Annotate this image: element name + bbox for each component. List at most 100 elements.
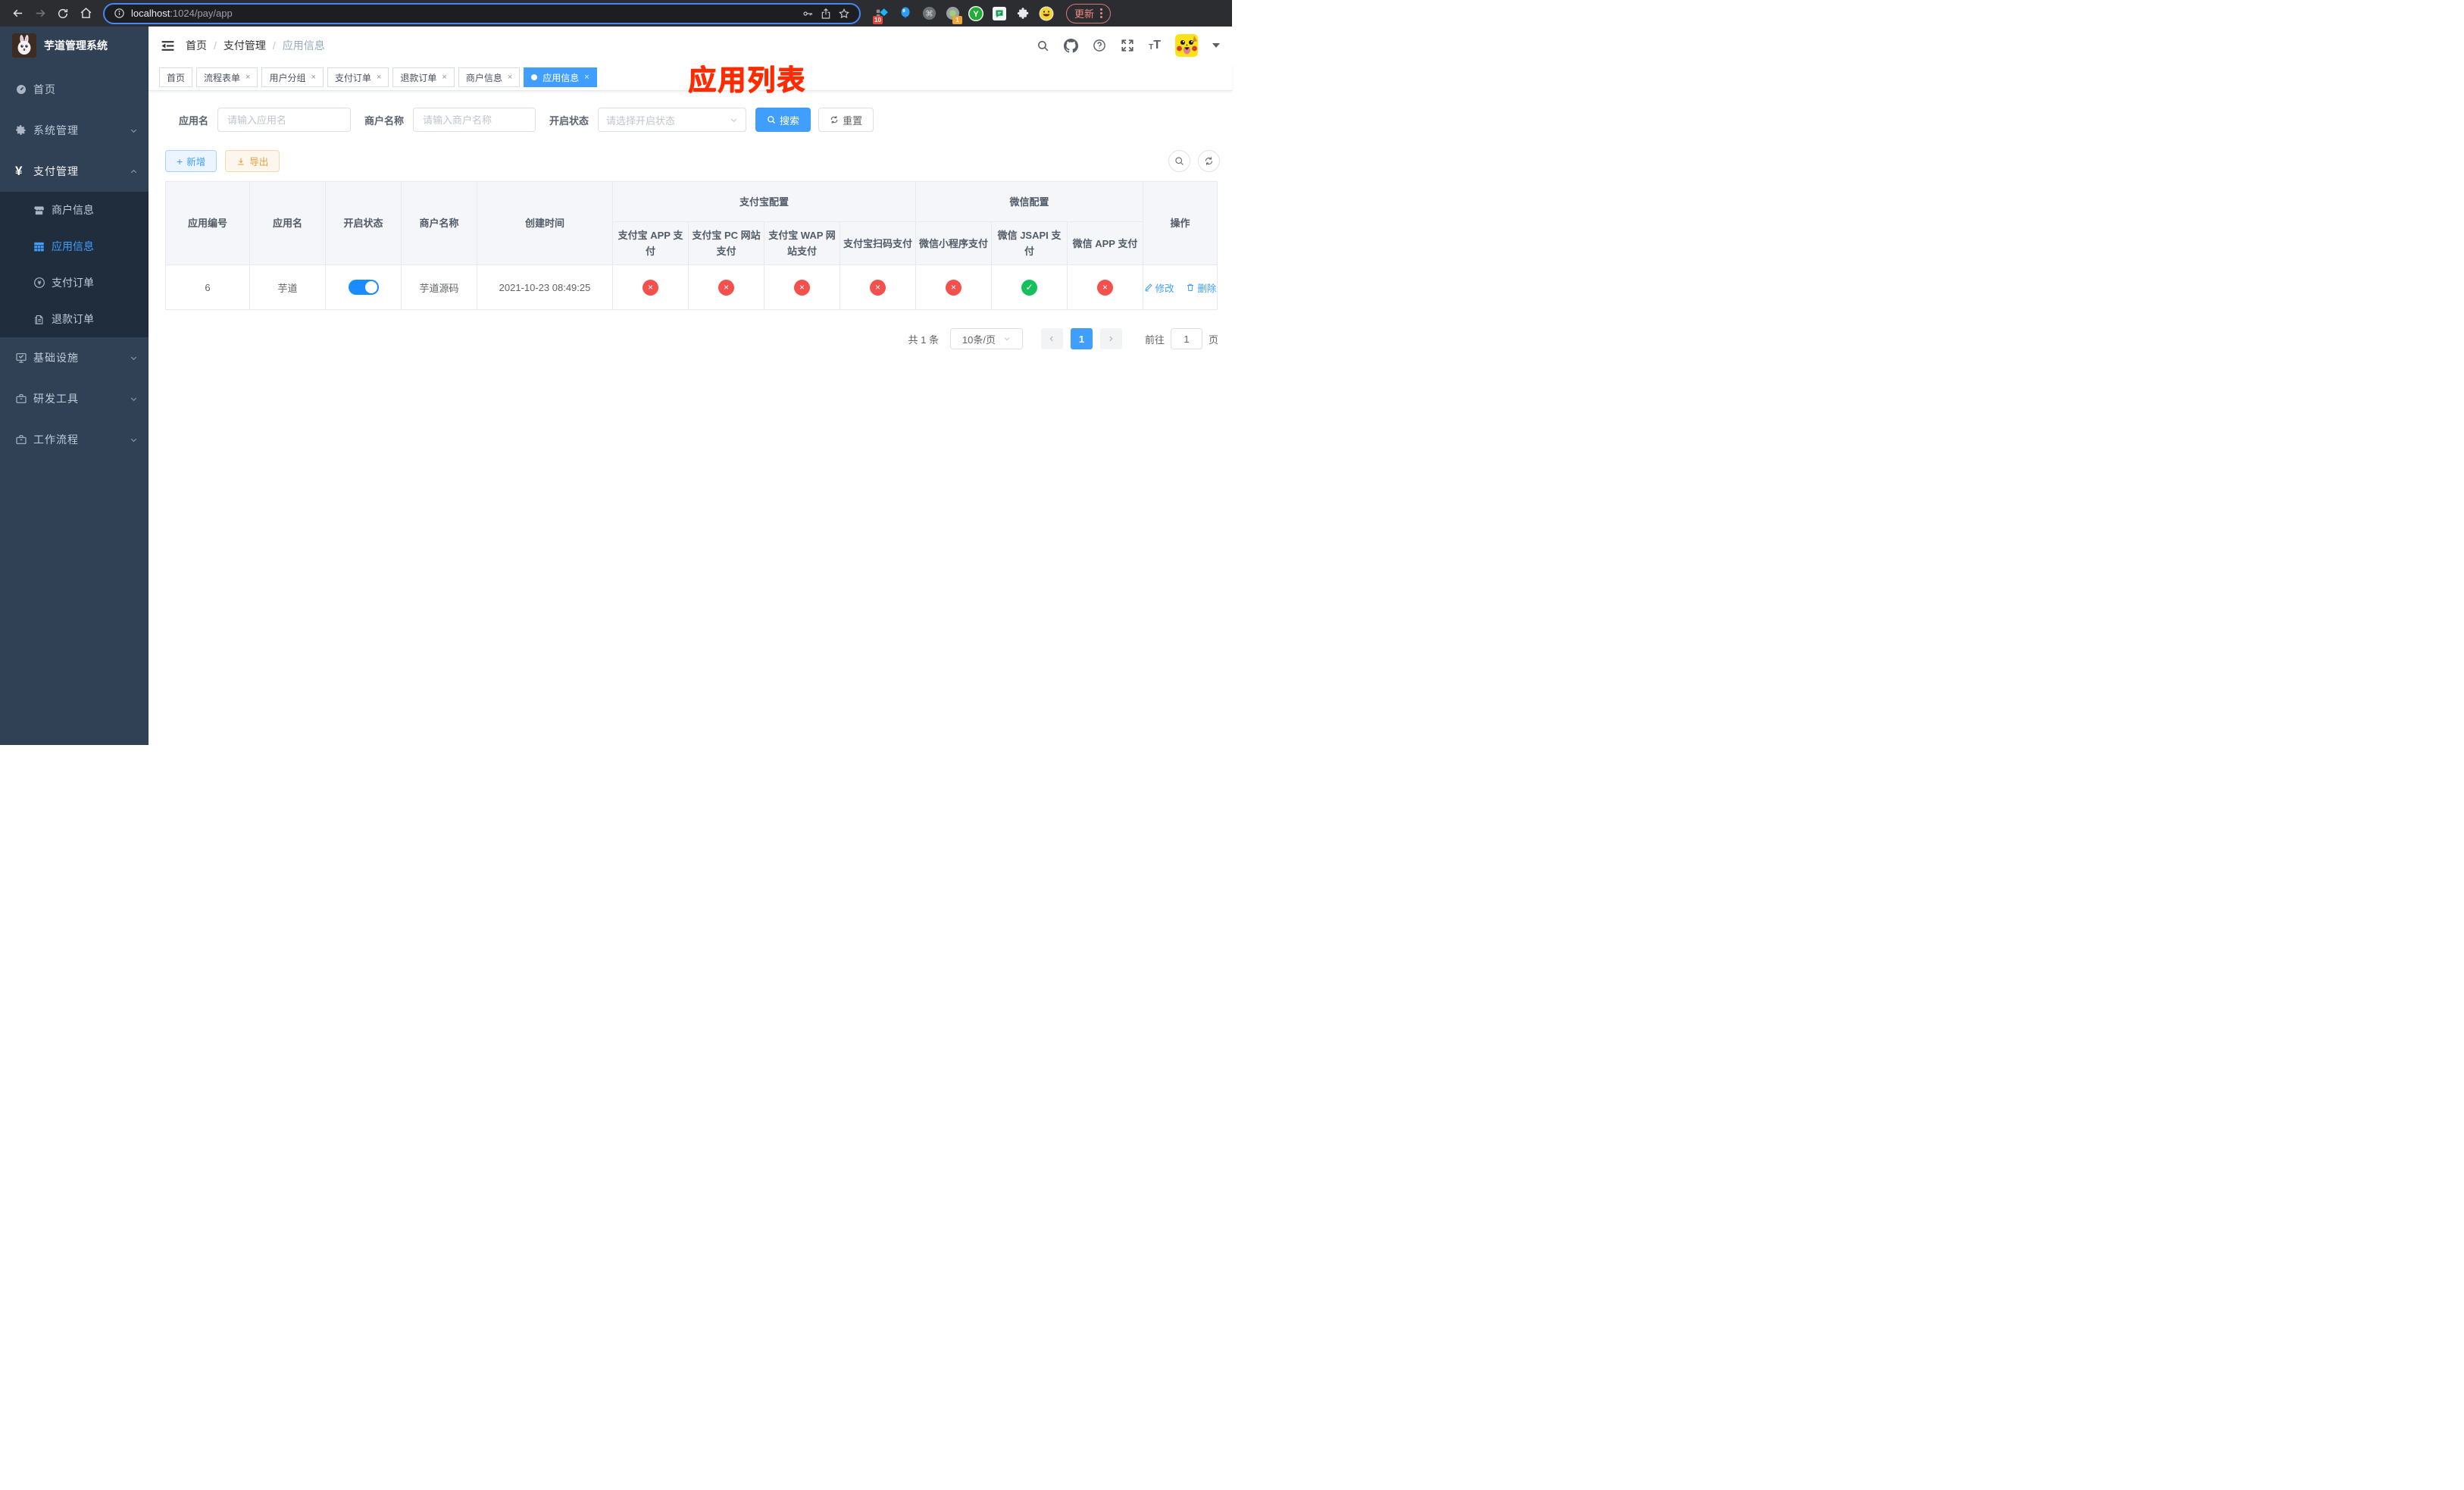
goto-unit-label: 页 <box>1208 333 1218 346</box>
extension-recorder-icon[interactable]: 1 <box>945 6 962 24</box>
tab-close-icon[interactable]: × <box>311 73 315 82</box>
refresh-icon <box>1205 157 1213 165</box>
chevron-up-icon <box>130 167 138 176</box>
add-button[interactable]: + 新增 <box>165 150 217 172</box>
browser-toolbar: localhost:1024/pay/app 10 ⌘ 1 Y 更新 <box>0 0 1232 27</box>
tab-close-icon[interactable]: × <box>508 73 512 82</box>
status-badge: ✓ <box>1021 279 1037 296</box>
extension-command-icon[interactable]: ⌘ <box>921 6 937 21</box>
fullscreen-icon[interactable] <box>1121 39 1134 52</box>
tab-close-icon[interactable]: × <box>245 73 250 82</box>
sidebar-collapse-button[interactable] <box>161 39 175 52</box>
tab-app-info[interactable]: 应用信息 × <box>524 67 597 87</box>
refresh-icon <box>830 116 838 124</box>
search-button[interactable]: 搜索 <box>755 108 811 132</box>
browser-forward-button[interactable] <box>30 4 50 23</box>
col-header-wechat-app: 微信 APP 支付 <box>1067 221 1143 265</box>
forward-arrow-icon <box>36 9 45 17</box>
edit-link[interactable]: 修改 <box>1144 280 1174 295</box>
profile-emoji-avatar[interactable] <box>1039 6 1054 21</box>
cell-created: 2021-10-23 08:49:25 <box>477 265 613 310</box>
sidebar-item-payment[interactable]: ¥ 支付管理 <box>0 151 149 192</box>
extension-chat-icon[interactable] <box>992 6 1007 21</box>
goto-page-input[interactable] <box>1170 328 1202 349</box>
status-select[interactable]: 请选择开启状态 <box>598 108 747 132</box>
extensions-puzzle-icon[interactable] <box>1015 6 1030 21</box>
sidebar-logo[interactable]: 芋道管理系统 <box>0 27 149 64</box>
page-size-select[interactable]: 10条/页 <box>949 328 1023 349</box>
toggle-search-button[interactable] <box>1168 150 1190 172</box>
breadcrumb-payment[interactable]: 支付管理 <box>224 38 266 53</box>
gear-icon <box>15 124 33 136</box>
tab-home[interactable]: 首页 <box>159 67 193 87</box>
breadcrumb-home[interactable]: 首页 <box>186 38 207 53</box>
status-badge: × <box>643 279 658 296</box>
password-key-icon[interactable] <box>802 8 814 20</box>
address-bar[interactable]: localhost:1024/pay/app <box>103 2 861 24</box>
tab-label: 商户信息 <box>465 72 502 83</box>
back-arrow-icon <box>12 9 22 17</box>
extension-todo-icon[interactable]: 10 <box>873 6 890 24</box>
extension-y-icon[interactable]: Y <box>968 5 983 21</box>
user-avatar[interactable] <box>1175 34 1198 57</box>
cell-wechat-lite: × <box>915 265 992 310</box>
sidebar-item-dev-tools[interactable]: 研发工具 <box>0 378 149 419</box>
reset-button[interactable]: 重置 <box>818 108 874 132</box>
page-number-button[interactable]: 1 <box>1070 328 1093 349</box>
browser-menu-kebab-icon[interactable] <box>1100 8 1103 18</box>
share-icon[interactable] <box>820 8 832 20</box>
browser-update-button[interactable]: 更新 <box>1066 3 1112 23</box>
user-menu-caret-icon[interactable] <box>1212 42 1220 49</box>
sidebar-item-infrastructure[interactable]: 基础设施 <box>0 337 149 378</box>
sidebar-item-system[interactable]: 系统管理 <box>0 110 149 151</box>
search-icon[interactable] <box>1037 39 1049 52</box>
help-icon[interactable] <box>1093 39 1106 52</box>
tab-close-icon[interactable]: × <box>584 73 589 82</box>
sidebar: 芋道管理系统 首页 系统管理 ¥ 支付管理 商户信息 应用信息 ¥ 支付订单 退… <box>0 27 149 745</box>
prev-page-button[interactable] <box>1040 328 1063 349</box>
refresh-table-button[interactable] <box>1198 150 1220 172</box>
tab-pay-orders[interactable]: 支付订单 × <box>327 67 389 87</box>
browser-reload-button[interactable] <box>53 4 73 23</box>
font-size-icon[interactable]: TT <box>1149 39 1161 52</box>
sidebar-item-home[interactable]: 首页 <box>0 69 149 110</box>
browser-back-button[interactable] <box>8 4 27 23</box>
next-page-button[interactable] <box>1099 328 1122 349</box>
command-icon: ⌘ <box>922 6 936 20</box>
sidebar-item-workflow[interactable]: 工作流程 <box>0 419 149 460</box>
tab-process-form[interactable]: 流程表单 × <box>196 67 258 87</box>
tab-refund-orders[interactable]: 退款订单 × <box>392 67 455 87</box>
sidebar-item-refund-orders[interactable]: 退款订单 <box>0 301 149 337</box>
status-label: 开启状态 <box>549 114 589 127</box>
rabbit-logo-icon <box>12 33 36 58</box>
tab-user-group[interactable]: 用户分组 × <box>261 67 324 87</box>
cell-wechat-jsapi: ✓ <box>991 265 1068 310</box>
breadcrumb-separator: / <box>272 39 276 52</box>
merchant-name-input[interactable] <box>413 108 536 132</box>
goto-page: 前往 页 <box>1145 328 1218 349</box>
page-info-icon[interactable] <box>114 8 125 19</box>
sidebar-item-app-info[interactable]: 应用信息 <box>0 228 149 265</box>
update-label: 更新 <box>1074 8 1095 20</box>
browser-home-button[interactable] <box>76 4 95 23</box>
chevron-down-icon <box>130 127 138 135</box>
extension-balloon-icon[interactable] <box>898 6 913 21</box>
chevron-down-icon <box>730 118 737 122</box>
edit-label: 修改 <box>1155 283 1174 294</box>
app-name-input[interactable] <box>217 108 352 132</box>
cell-merchant: 芋道源码 <box>401 265 477 310</box>
tab-close-icon[interactable]: × <box>377 73 381 82</box>
col-header-wechat-jsapi: 微信 JSAPI 支付 <box>991 221 1068 265</box>
balloon-icon <box>901 7 910 18</box>
github-icon[interactable] <box>1064 38 1079 53</box>
delete-link[interactable]: 删除 <box>1186 280 1216 295</box>
sidebar-item-pay-orders[interactable]: ¥ 支付订单 <box>0 265 149 301</box>
sidebar-item-merchant-info[interactable]: 商户信息 <box>0 192 149 228</box>
tab-merchant-info[interactable]: 商户信息 × <box>458 67 521 87</box>
tab-close-icon[interactable]: × <box>442 73 446 82</box>
enabled-switch[interactable] <box>348 280 379 295</box>
bookmark-star-icon[interactable] <box>838 8 850 20</box>
sidebar-item-label: 研发工具 <box>33 393 79 405</box>
export-button[interactable]: 导出 <box>225 150 280 172</box>
sidebar-item-label: 退款订单 <box>52 313 94 325</box>
